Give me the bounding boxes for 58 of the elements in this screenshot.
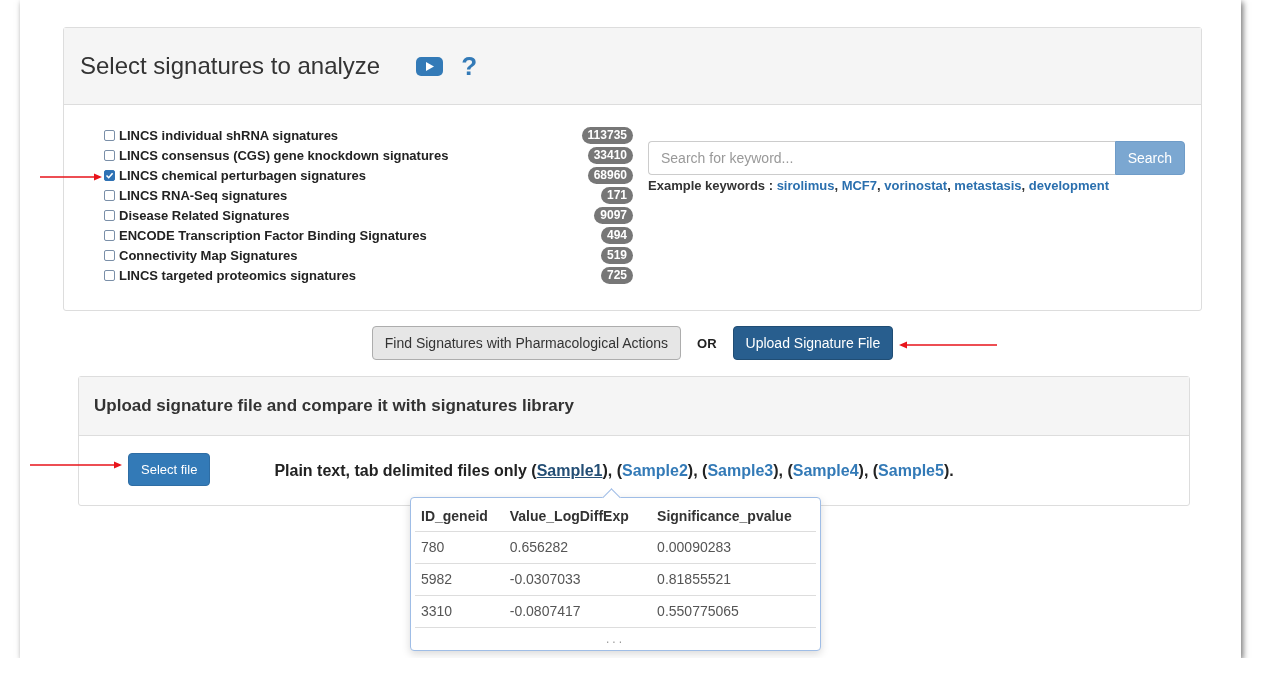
count-badge: 113735 [581, 126, 633, 144]
sample-link[interactable]: Sample2 [622, 461, 688, 479]
checkbox[interactable] [104, 169, 115, 181]
checkbox[interactable] [104, 209, 115, 221]
file-format-note: Plain text, tab delimited files only (Sample1), (Sample2), (Sample3), (Sample4), (Sample5). [274, 461, 954, 480]
checkbox[interactable] [104, 189, 115, 201]
keyword-link[interactable]: MCF7 [841, 178, 878, 193]
select-file-button[interactable]: Select file [128, 453, 211, 486]
checkbox[interactable] [104, 269, 115, 281]
table-cell: 0.00090283 [651, 531, 816, 564]
count-badge: 725 [600, 266, 633, 284]
count-badge: 33410 [587, 146, 633, 164]
sample-link[interactable]: Sample1 [536, 461, 603, 479]
checkbox[interactable] [104, 229, 115, 241]
checkbox[interactable] [104, 249, 115, 261]
count-badge: 171 [600, 186, 633, 204]
checkbox-label[interactable]: LINCS targeted proteomics signatures [119, 267, 601, 283]
checkbox-label[interactable]: Disease Related Signatures [119, 207, 595, 223]
example-keywords-text: Example keywords : sirolimus, MCF7, vorinostat, metastasis, development [648, 178, 1110, 193]
column-header: Value_LogDiffExp [503, 502, 652, 532]
keyword-link[interactable]: development [1028, 178, 1109, 193]
keyword-link[interactable]: sirolimus [776, 178, 835, 193]
table-cell: -0.0807417 [503, 595, 652, 628]
column-header: ID_geneid [415, 502, 504, 532]
table-cell: 0.550775065 [651, 595, 816, 628]
keyword-link[interactable]: metastasis [954, 178, 1022, 193]
table-cell: 780 [415, 531, 504, 564]
checkbox-label[interactable]: LINCS consensus (CGS) gene knockdown signatures [119, 147, 588, 163]
checkbox[interactable] [104, 149, 115, 161]
column-header: Significance_pvalue [651, 502, 816, 532]
help-icon[interactable]: ? [461, 53, 478, 79]
checkbox[interactable] [104, 129, 115, 141]
table-cell: 3310 [415, 595, 504, 628]
checkbox-label[interactable]: ENCODE Transcription Factor Binding Signatures [119, 227, 601, 243]
upload-panel-title: Upload signature file and compare it with signatures library [79, 377, 1189, 436]
upload-signature-button[interactable]: Upload Signature File [732, 326, 894, 360]
find-signatures-button[interactable]: Find Signatures with Pharmacological Actions [371, 326, 682, 360]
sample-link[interactable]: Sample3 [707, 461, 774, 479]
table-cell: -0.0307033 [503, 563, 652, 596]
count-badge: 519 [600, 246, 633, 264]
checkbox-label[interactable]: LINCS individual shRNA signatures [119, 127, 582, 143]
checkbox-label[interactable]: Connectivity Map Signatures [119, 247, 601, 263]
video-play-icon[interactable] [416, 56, 444, 76]
table-cell: 5982 [415, 563, 504, 596]
sample-link[interactable]: Sample4 [792, 461, 859, 479]
count-badge: 494 [600, 226, 633, 244]
checkbox-label[interactable]: LINCS chemical perturbagen signatures [119, 167, 588, 183]
sample-link[interactable]: Sample5 [878, 461, 944, 479]
or-text: OR [697, 335, 717, 351]
annotation-arrow [40, 173, 102, 181]
table-cell: 0.656282 [503, 531, 652, 564]
checkbox-label[interactable]: LINCS RNA-Seq signatures [119, 187, 601, 203]
search-field[interactable]: Search for keyword... [648, 141, 1115, 175]
more-rows-ellipsis: ... [605, 631, 626, 648]
panel-title: Select signatures to analyze [80, 52, 381, 80]
table-cell: 0.81855521 [651, 563, 816, 596]
count-badge: 9097 [594, 206, 633, 224]
count-badge: 68960 [587, 166, 633, 184]
